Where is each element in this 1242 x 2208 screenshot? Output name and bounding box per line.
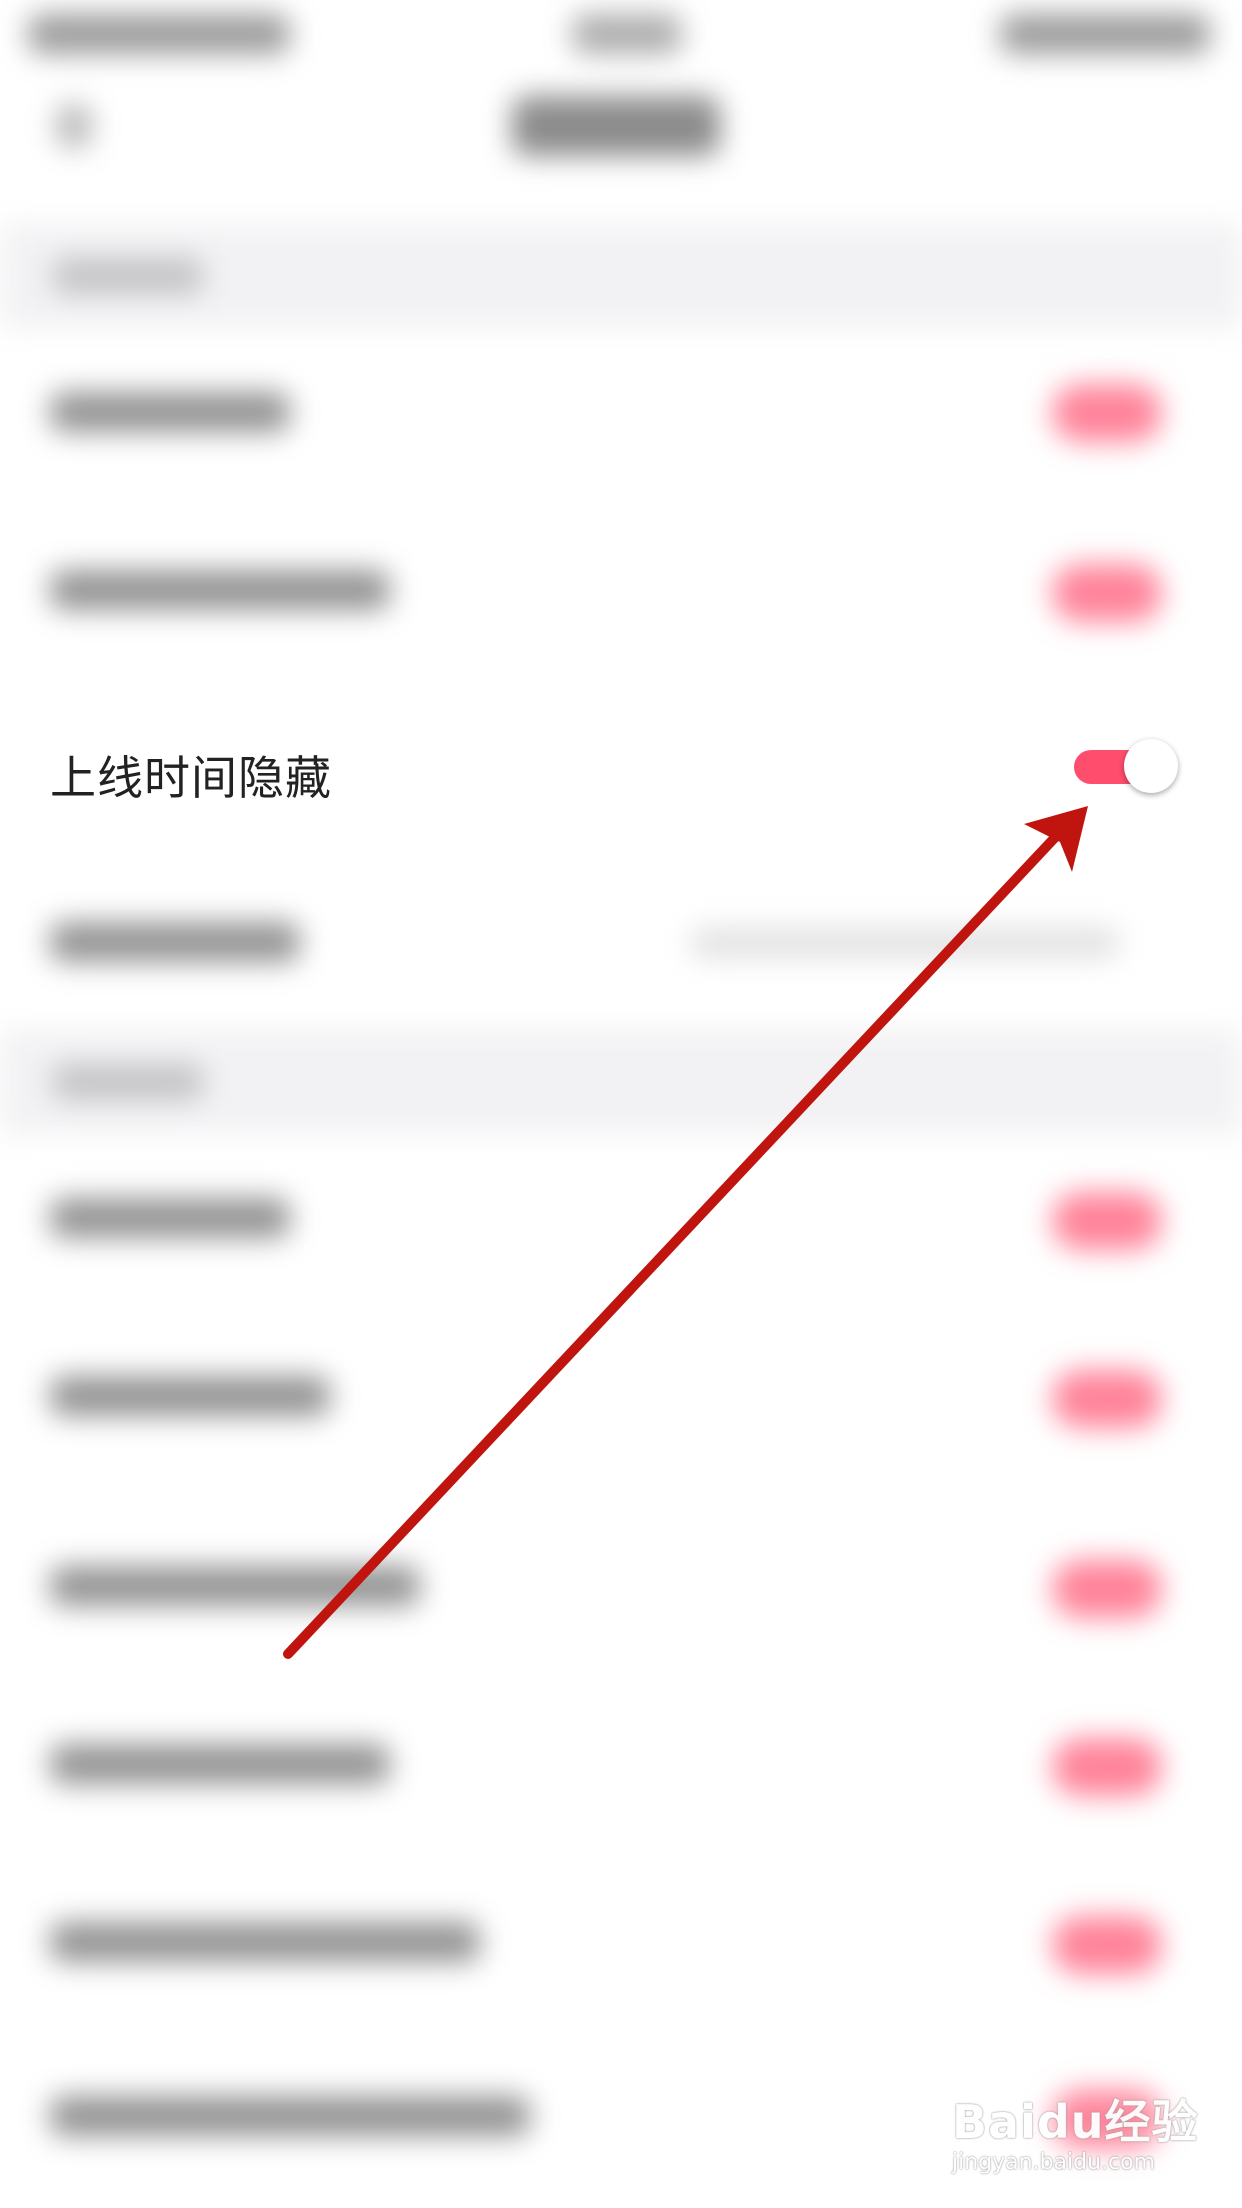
- list-item-value: [690, 928, 1120, 958]
- section-label: [52, 1064, 204, 1100]
- hide-online-time-toggle[interactable]: [1072, 735, 1178, 793]
- toggle-switch[interactable]: [1052, 1192, 1162, 1250]
- status-bar-right: [1000, 14, 1210, 54]
- list-item-label: [50, 1198, 290, 1238]
- toggle-knob: [1124, 739, 1178, 793]
- status-bar-left: [28, 14, 290, 54]
- toggle-switch[interactable]: [1052, 1738, 1162, 1796]
- toggle-switch[interactable]: [1052, 564, 1162, 622]
- toggle-switch[interactable]: [1052, 1370, 1162, 1428]
- baidu-watermark: Baidu经验 jingyan.baidu.com: [952, 2086, 1199, 2175]
- list-item-label: [50, 2096, 530, 2136]
- list-item-label: [50, 1376, 330, 1416]
- back-icon[interactable]: [56, 104, 92, 148]
- list-item-label: [50, 922, 300, 962]
- status-bar-time: [572, 14, 682, 54]
- blurred-background: [0, 0, 1242, 2208]
- list-item-label: [50, 570, 390, 610]
- setting-row-hide-online-time: 上线时间隐藏: [0, 700, 1242, 830]
- section-label: [52, 258, 204, 294]
- list-item-label: [50, 392, 290, 432]
- list-item-label: [50, 1922, 480, 1962]
- list-item-label: [50, 1566, 420, 1606]
- watermark-url: jingyan.baidu.com: [952, 2150, 1156, 2175]
- setting-label: 上线时间隐藏: [50, 751, 332, 805]
- toggle-switch[interactable]: [1052, 384, 1162, 442]
- toggle-switch[interactable]: [1052, 1916, 1162, 1974]
- toggle-switch[interactable]: [1052, 1560, 1162, 1618]
- page-title: [512, 96, 720, 156]
- list-item-label: [50, 1744, 390, 1784]
- watermark-brand: Baidu经验: [952, 2095, 1199, 2149]
